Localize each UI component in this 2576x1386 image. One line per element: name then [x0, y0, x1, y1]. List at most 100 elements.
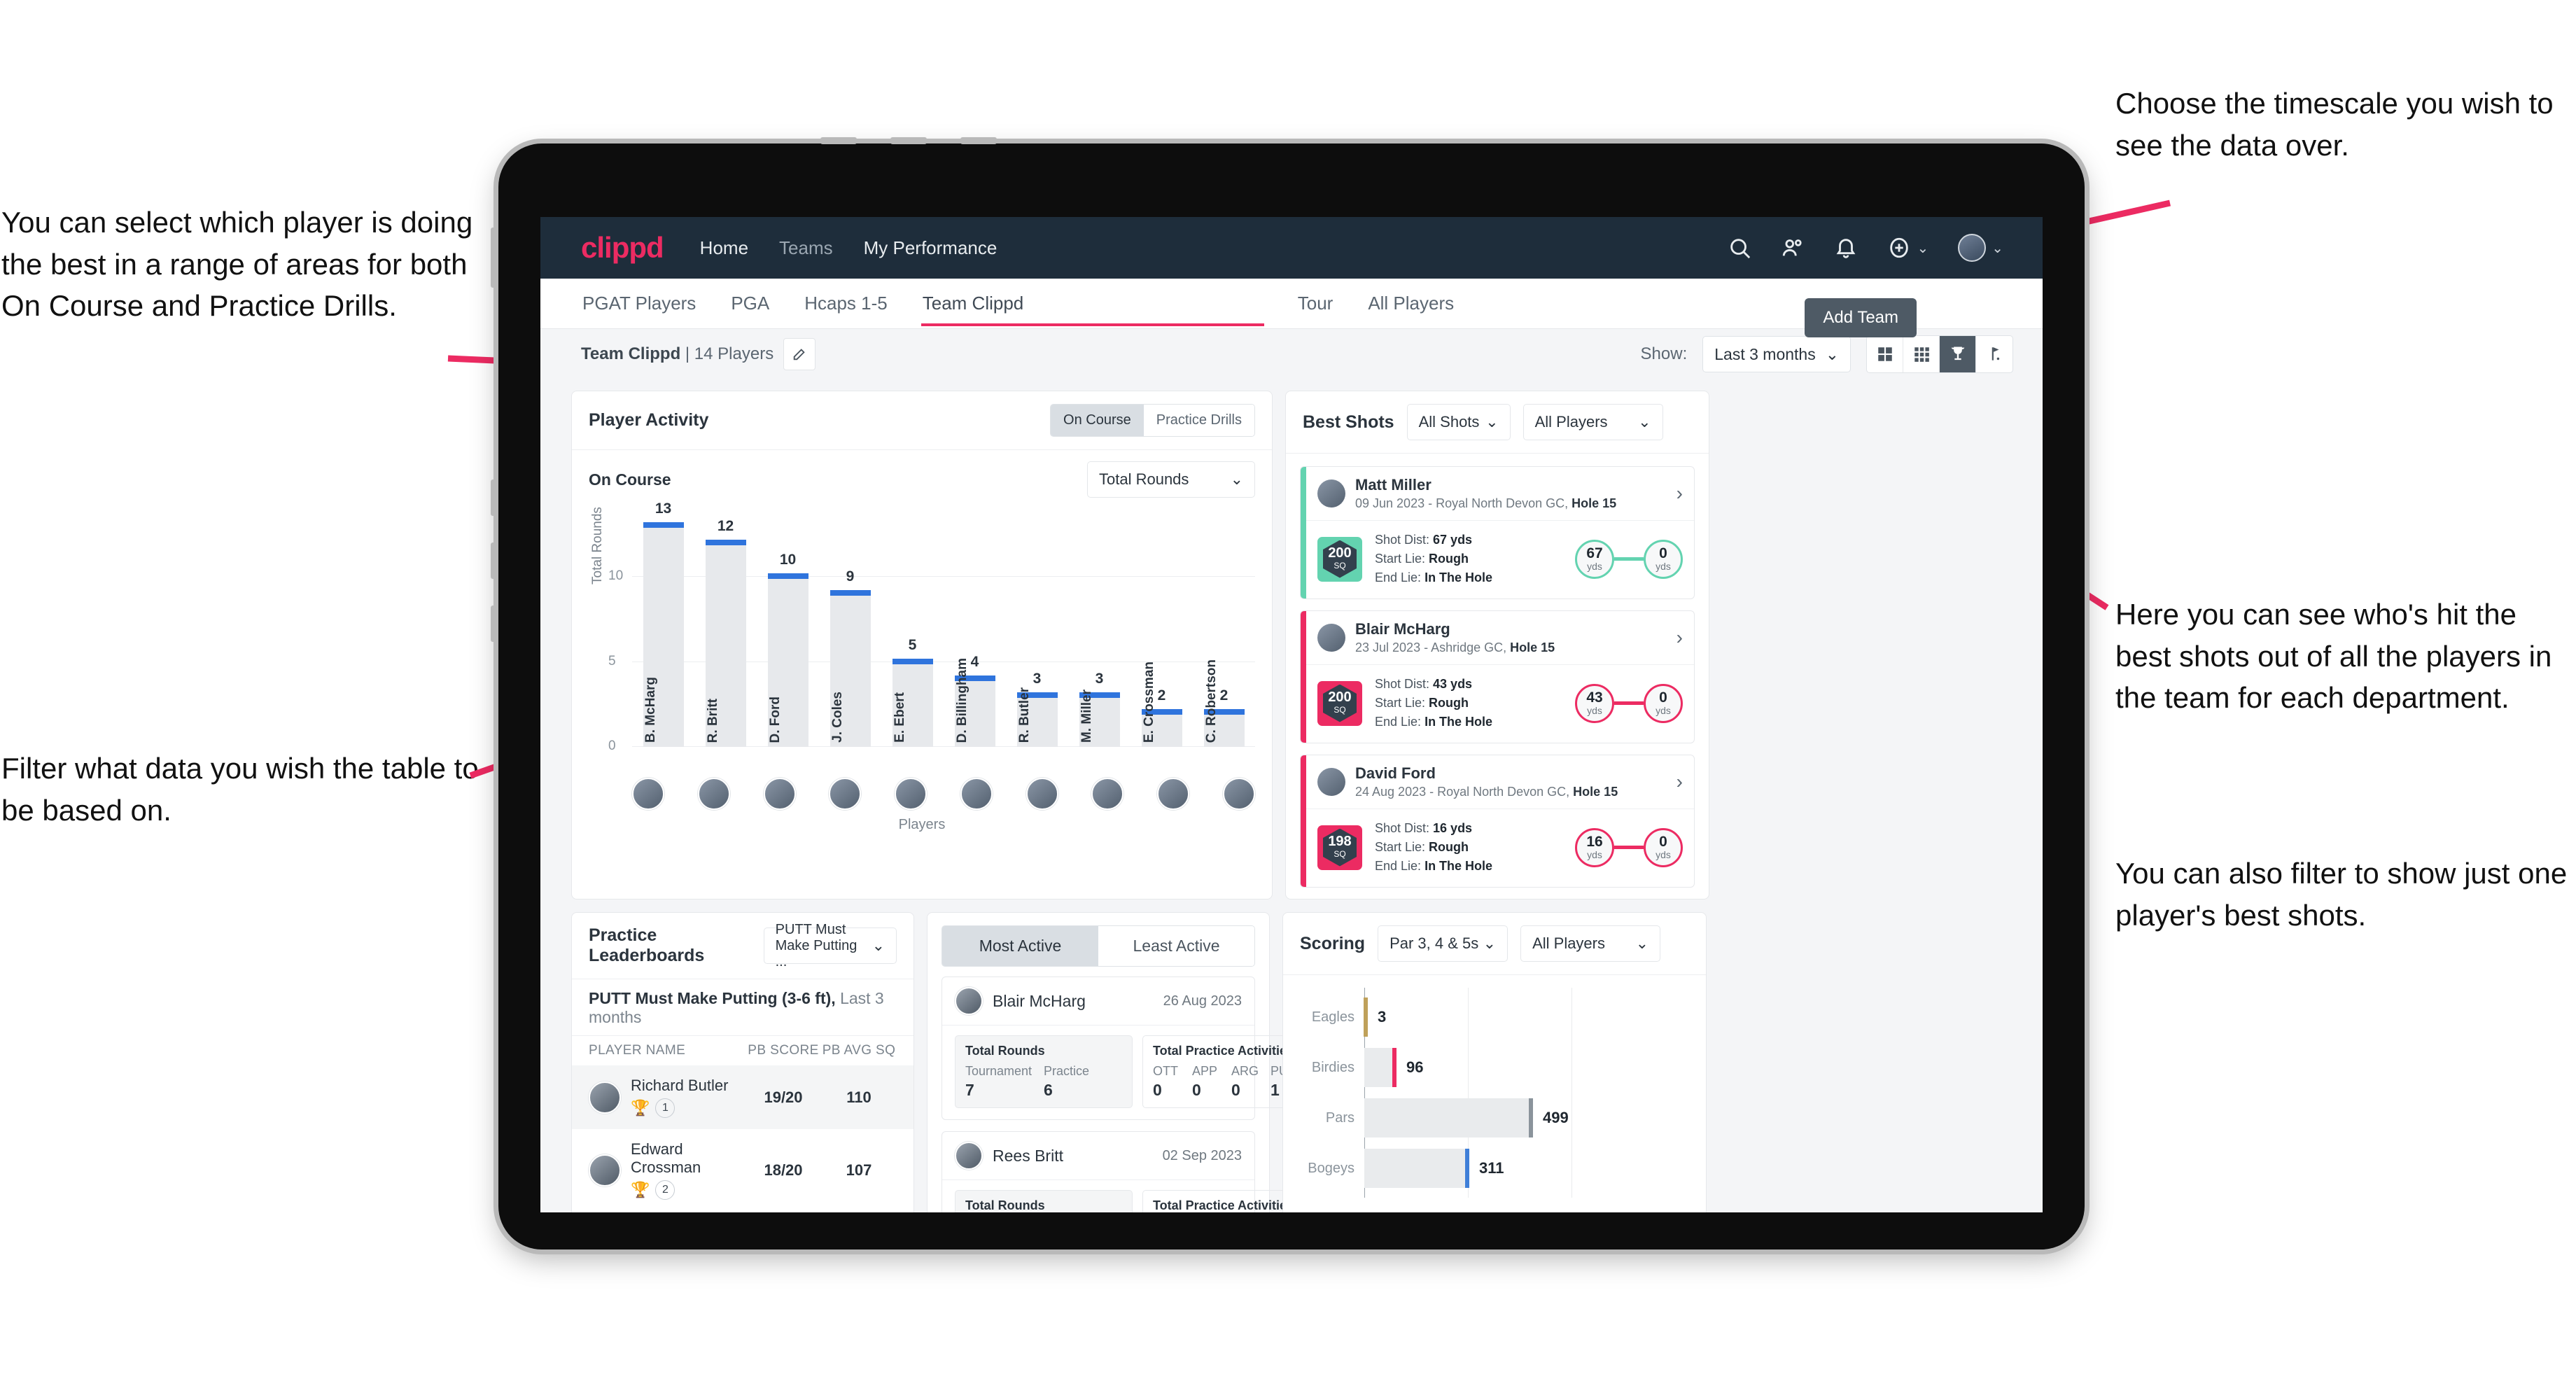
practice-count-value: 0: [1192, 1081, 1201, 1099]
bar[interactable]: J. Coles: [830, 590, 871, 747]
bar[interactable]: D. Billingham: [954, 658, 995, 747]
avatar[interactable]: [632, 778, 664, 810]
bar[interactable]: E. Crossman: [1141, 662, 1182, 747]
bar-value: 3: [1095, 671, 1104, 687]
nav-link-my-performance[interactable]: My Performance: [864, 237, 997, 259]
bar-label: D. Ford: [767, 696, 783, 743]
leaderboard-player-name: Edward Crossman: [631, 1140, 701, 1176]
bar[interactable]: M. Miller: [1079, 690, 1120, 747]
chevron-right-icon[interactable]: ›: [1676, 771, 1683, 793]
search-icon[interactable]: [1728, 236, 1751, 260]
avatar[interactable]: [1026, 778, 1058, 810]
tab-pga[interactable]: PGA: [729, 281, 771, 326]
scoring-player-select[interactable]: All Players ⌄: [1520, 925, 1661, 962]
par-filter-select[interactable]: Par 3, 4 & 5s ⌄: [1378, 925, 1508, 962]
view-flag-button[interactable]: [1976, 336, 2012, 372]
scoring-bar[interactable]: [1364, 1149, 1469, 1188]
avatar[interactable]: [829, 778, 862, 810]
bar-label: E. Crossman: [1141, 661, 1156, 743]
plus-circle-icon[interactable]: [1887, 236, 1911, 260]
shot-details: Shot Dist: 16 yds Start Lie: Rough End Lie…: [1375, 821, 1493, 873]
scoring-title: Scoring: [1300, 933, 1366, 953]
round-type-label: Tournament: [965, 1064, 1032, 1078]
device-side-button-vol-down: [491, 542, 498, 579]
shot-end-distance: 0 yds: [1644, 827, 1683, 867]
top-navigation-bar: clippd Home Teams My Performance ⌄ ⌄: [540, 217, 2043, 279]
avatar[interactable]: [697, 778, 730, 810]
view-grid-3x3-button[interactable]: [1903, 336, 1940, 372]
avatar[interactable]: [1958, 234, 1987, 262]
people-icon[interactable]: [1781, 236, 1805, 260]
chart-y-axis-label: Total Rounds: [590, 507, 605, 584]
edit-team-button[interactable]: [783, 338, 816, 370]
tab-all-players[interactable]: All Players: [1366, 281, 1455, 326]
avatar: [1317, 768, 1345, 796]
practice-count-value: 0: [1153, 1081, 1162, 1099]
timescale-select[interactable]: Last 3 months ⌄: [1702, 336, 1851, 372]
shot-type-select[interactable]: All Shots ⌄: [1406, 404, 1511, 440]
bar[interactable]: C. Robertson: [1203, 659, 1245, 747]
avatar[interactable]: [895, 778, 927, 810]
tab-most-active[interactable]: Most Active: [942, 926, 1098, 966]
activity-card[interactable]: Rees Britt 02 Sep 2023 Total RoundsTournam…: [941, 1131, 1320, 1212]
nav-link-teams[interactable]: Teams: [779, 237, 833, 259]
pb-avg-sq-value: 107: [846, 1161, 872, 1179]
bar-tip: [1364, 997, 1368, 1037]
clippd-logo[interactable]: clippd: [581, 231, 664, 265]
best-shot-card[interactable]: Blair McHarg 23 Jul 2023 - Ashridge GC, H…: [1300, 610, 1695, 743]
best-shots-player-select[interactable]: All Players ⌄: [1522, 404, 1663, 440]
best-shot-card[interactable]: Matt Miller 09 Jun 2023 - Royal North Dev…: [1300, 466, 1695, 599]
pb-score-value: 19/20: [764, 1088, 803, 1106]
rank-badge: 2: [655, 1180, 676, 1200]
avatar[interactable]: [960, 778, 993, 810]
bell-icon[interactable]: [1834, 236, 1858, 260]
table-row[interactable]: Richard Butler 🏆 1 19/20 110: [572, 1065, 913, 1129]
chevron-down-icon: ⌄: [1485, 413, 1499, 430]
avatar[interactable]: [1157, 778, 1190, 810]
activity-card[interactable]: Blair McHarg 26 Aug 2023 Total Rounds Tourn…: [941, 976, 1320, 1120]
tab-least-active[interactable]: Least Active: [1098, 926, 1254, 966]
flag-icon: [1991, 347, 2000, 360]
toggle-on-course[interactable]: On Course: [1051, 405, 1144, 436]
scoring-category-label: Eagles: [1311, 1009, 1354, 1025]
avatar: [589, 1154, 621, 1186]
best-shot-card[interactable]: David Ford 24 Aug 2023 - Royal North Devo…: [1300, 755, 1695, 888]
metric-select[interactable]: Total Rounds ⌄: [1087, 461, 1255, 498]
chevron-right-icon[interactable]: ›: [1676, 482, 1683, 505]
scoring-bar[interactable]: [1364, 1098, 1533, 1138]
toggle-practice-drills[interactable]: Practice Drills: [1143, 405, 1254, 436]
avatar[interactable]: [1091, 778, 1124, 810]
tab-pgat-players[interactable]: PGAT Players: [581, 281, 697, 326]
tab-tour[interactable]: Tour: [1296, 281, 1335, 326]
activity-ranking-card: Most Active Least Active Blair McHarg 26 …: [927, 912, 1320, 1212]
tab-hcaps-1-5[interactable]: Hcaps 1-5: [803, 281, 889, 326]
bar-tip: [1465, 1149, 1469, 1188]
tab-team-clippd[interactable]: Team Clippd: [920, 281, 1264, 326]
user-menu[interactable]: ⌄: [1958, 234, 2003, 262]
device-side-button-power: [491, 227, 498, 288]
bar[interactable]: D. Ford: [767, 573, 808, 747]
view-trophy-button[interactable]: [1940, 336, 1976, 372]
add-menu[interactable]: ⌄: [1887, 236, 1928, 260]
nav-link-home[interactable]: Home: [700, 237, 748, 259]
scoring-bar[interactable]: [1364, 1048, 1396, 1087]
scoring-bar-row: Eagles 3: [1300, 997, 1689, 1037]
avatar[interactable]: [1222, 778, 1255, 810]
dashboard-content: Player Activity On Course Practice Drill…: [540, 379, 2043, 1212]
bar[interactable]: R. Butler: [1016, 687, 1058, 747]
col-player-name: PLAYER NAME: [589, 1043, 686, 1058]
avatar[interactable]: [763, 778, 796, 810]
bar[interactable]: E. Ebert: [892, 659, 933, 747]
chart-bar-group: 9 J. Coles: [819, 509, 881, 747]
avatar: [1317, 624, 1345, 652]
bar-label: D. Billingham: [954, 657, 969, 743]
bar[interactable]: B. McHarg: [643, 522, 684, 747]
chevron-right-icon[interactable]: ›: [1676, 626, 1683, 649]
bar[interactable]: R. Britt: [705, 540, 746, 747]
view-grid-2x2-button[interactable]: [1867, 336, 1903, 372]
chevron-down-icon: ⌄: [1991, 240, 2003, 256]
table-row[interactable]: Edward Crossman 🏆 2 18/20 107: [572, 1129, 913, 1211]
scoring-bar[interactable]: [1364, 997, 1368, 1037]
show-label: Show:: [1640, 344, 1688, 363]
drill-select[interactable]: PUTT Must Make Putting ... ⌄: [763, 922, 897, 969]
